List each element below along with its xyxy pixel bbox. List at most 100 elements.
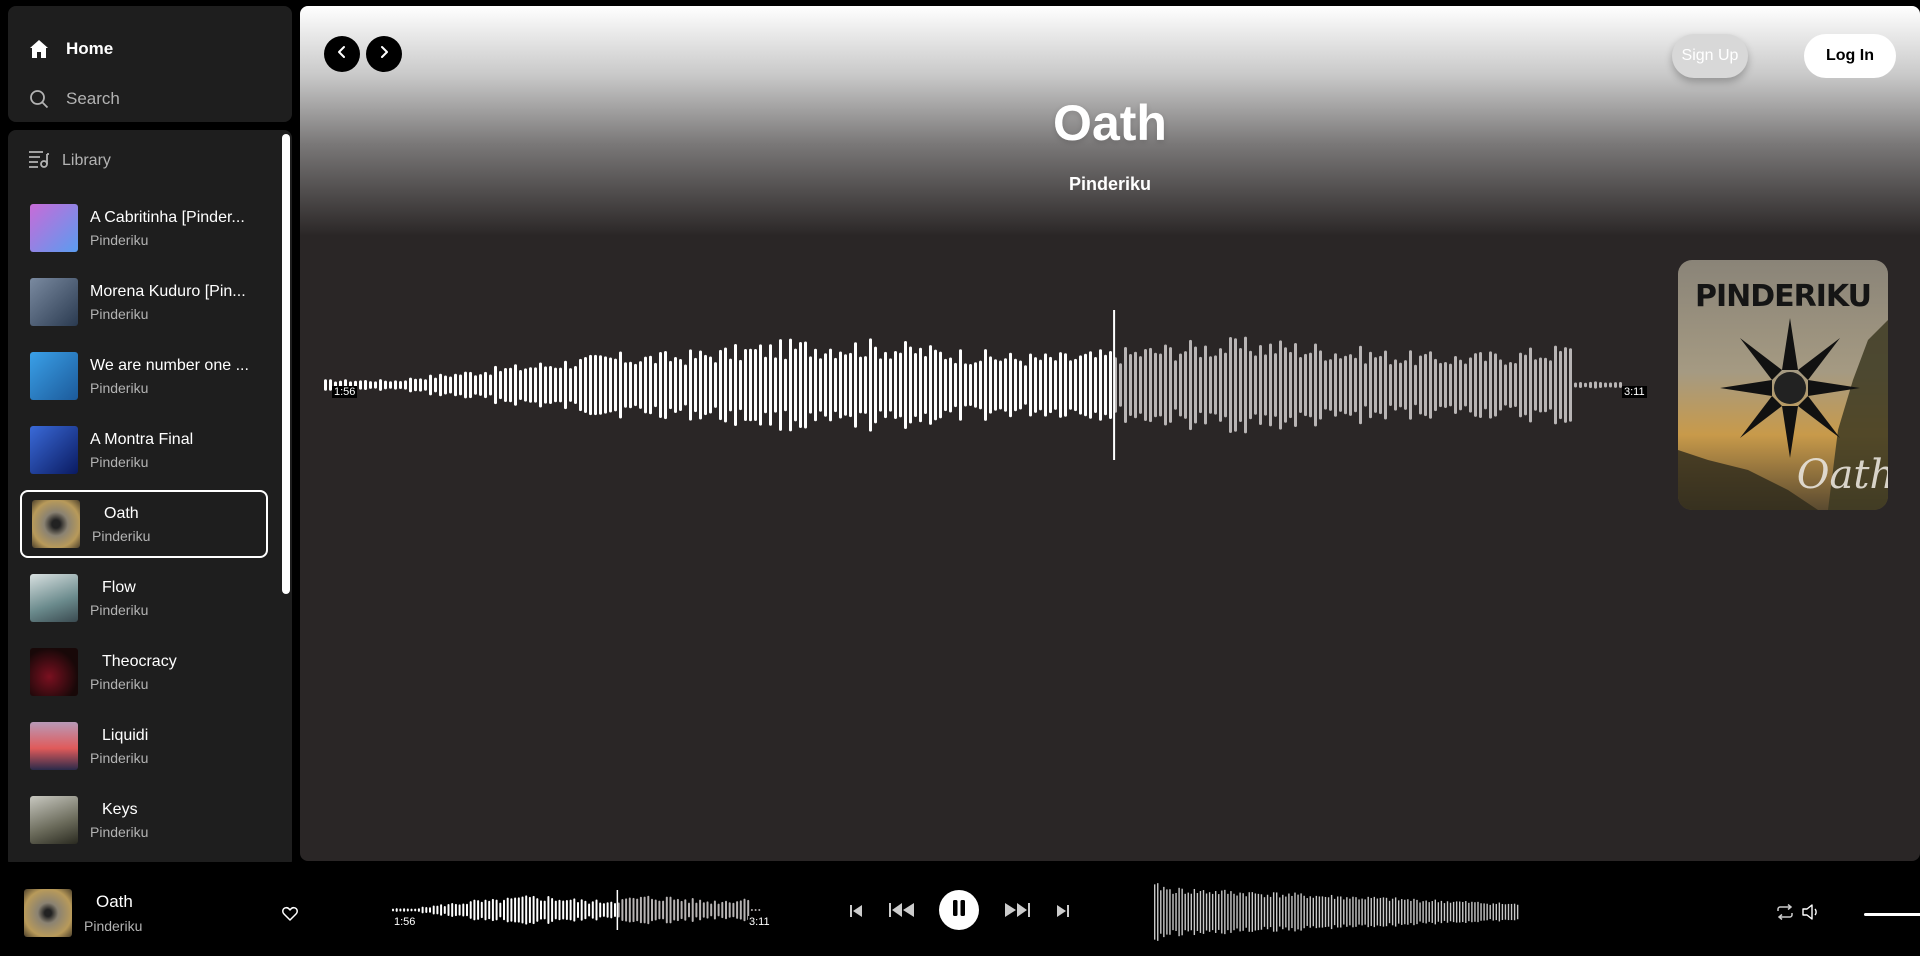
waveform-bar bbox=[1594, 381, 1597, 389]
visualizer-bar bbox=[1431, 901, 1433, 923]
waveform-bar bbox=[579, 358, 582, 412]
library-track-item[interactable]: Oath Pinderiku bbox=[20, 490, 268, 558]
waveform-bar bbox=[419, 378, 422, 392]
waveform-bar bbox=[1549, 360, 1552, 410]
track-title: Keys bbox=[102, 801, 138, 818]
waveform-bar bbox=[673, 899, 676, 921]
waveform-bar bbox=[519, 369, 522, 401]
waveform-bar bbox=[436, 905, 439, 915]
visualizer-bar bbox=[1157, 883, 1159, 941]
song-artist[interactable]: Pinderiku bbox=[300, 174, 1920, 195]
waveform-bar bbox=[1484, 360, 1487, 410]
waveform-bar bbox=[1134, 351, 1137, 419]
visualizer-bar bbox=[1480, 903, 1482, 921]
visualizer-bar bbox=[1224, 889, 1226, 935]
track-artist: Pinderiku bbox=[90, 454, 149, 470]
visualizer-bar bbox=[1309, 896, 1311, 928]
visualizer-bar bbox=[1205, 893, 1208, 931]
waveform-bar bbox=[764, 356, 767, 414]
waveform-bar bbox=[1119, 363, 1122, 407]
nav-home-label: Home bbox=[66, 39, 114, 58]
library-track-item[interactable]: A Cabritinha [Pinder... Pinderiku bbox=[20, 194, 268, 262]
waveform-bar bbox=[374, 381, 377, 389]
waveform-bar bbox=[1449, 363, 1452, 407]
library-track-item[interactable]: Morena Kuduro [Pin... Pinderiku bbox=[20, 268, 268, 336]
waveform-bar bbox=[1004, 358, 1007, 412]
volume-slider[interactable] bbox=[1864, 913, 1920, 916]
back-button[interactable] bbox=[324, 36, 360, 72]
visualizer-bar bbox=[1489, 904, 1491, 920]
waveform-bar bbox=[503, 899, 505, 921]
waveform-bar bbox=[399, 380, 402, 390]
library-track-item[interactable]: Flow Pinderiku bbox=[20, 564, 268, 632]
library-track-item[interactable]: Keys Pinderiku bbox=[20, 786, 268, 854]
like-heart-icon[interactable] bbox=[282, 906, 298, 926]
waveform-bar bbox=[604, 356, 607, 414]
waveform-bar bbox=[1064, 353, 1067, 417]
visualizer-bar bbox=[1346, 897, 1348, 927]
waveform-bar bbox=[1124, 347, 1127, 423]
library-track-item[interactable]: We are number one ... Pinderiku bbox=[20, 342, 268, 410]
waveform-bar bbox=[889, 358, 892, 412]
rewind-button[interactable] bbox=[889, 903, 915, 922]
waveform-bar bbox=[1299, 356, 1302, 414]
waveform-bar bbox=[924, 355, 927, 415]
visualizer-bar bbox=[1242, 893, 1244, 931]
player-track-artist[interactable]: Pinderiku bbox=[84, 918, 142, 934]
skip-start-button[interactable] bbox=[850, 904, 862, 922]
waveform-bar bbox=[609, 357, 612, 413]
repeat-icon[interactable] bbox=[1776, 903, 1794, 925]
waveform-bar bbox=[1309, 352, 1312, 418]
visualizer-bar bbox=[1266, 894, 1269, 930]
log-in-button[interactable]: Log In bbox=[1804, 34, 1896, 78]
forward-button[interactable] bbox=[366, 36, 402, 72]
mini-playhead[interactable] bbox=[616, 890, 619, 930]
rewind-icon bbox=[889, 903, 915, 922]
waveform-bar bbox=[1244, 336, 1247, 434]
volume-icon[interactable] bbox=[1802, 904, 1820, 925]
visualizer-bar bbox=[1340, 896, 1342, 928]
track-artist: Pinderiku bbox=[90, 602, 149, 618]
waveform-seekbar[interactable] bbox=[324, 310, 1674, 460]
player-track-title[interactable]: Oath bbox=[96, 892, 133, 912]
visualizer-bar bbox=[1501, 903, 1504, 921]
library-scrollbar[interactable] bbox=[282, 134, 290, 594]
waveform-bar bbox=[1404, 360, 1407, 410]
fast-forward-button[interactable] bbox=[1004, 903, 1030, 922]
waveform-bar bbox=[869, 338, 872, 432]
visualizer-bar bbox=[1468, 902, 1470, 922]
track-title: Flow bbox=[102, 579, 136, 596]
library-header[interactable]: Library bbox=[8, 132, 292, 190]
waveform-bar bbox=[1524, 354, 1527, 416]
library-track-item[interactable]: Liquidi Pinderiku bbox=[20, 712, 268, 780]
waveform-bar bbox=[1054, 360, 1057, 410]
waveform-bar bbox=[466, 903, 468, 917]
visualizer-bar bbox=[1516, 904, 1519, 920]
waveform-bar bbox=[439, 373, 442, 397]
waveform-bar bbox=[404, 380, 407, 390]
waveform-bar bbox=[1499, 359, 1502, 411]
waveform-bar bbox=[480, 901, 483, 919]
visualizer-bar bbox=[1373, 896, 1375, 928]
waveform-bar bbox=[669, 896, 672, 924]
waveform-bar bbox=[1094, 356, 1097, 414]
sign-up-button[interactable]: Sign Up bbox=[1672, 34, 1748, 78]
library-track-item[interactable]: A Montra Final Pinderiku bbox=[20, 416, 268, 484]
playhead[interactable] bbox=[1113, 310, 1116, 460]
nav-home[interactable]: Home bbox=[28, 24, 292, 74]
pause-button[interactable] bbox=[939, 890, 979, 930]
waveform-bar bbox=[1489, 351, 1492, 419]
waveform-bar bbox=[443, 906, 446, 914]
library-track-item[interactable]: Theocracy Pinderiku bbox=[20, 638, 268, 706]
waveform-bar bbox=[379, 379, 382, 391]
waveform-bar bbox=[1289, 351, 1292, 419]
mini-waveform-seekbar[interactable] bbox=[392, 886, 772, 934]
waveform-bar bbox=[739, 900, 742, 920]
waveform-bar bbox=[929, 345, 932, 425]
visualizer-bar bbox=[1279, 897, 1281, 927]
waveform-bar bbox=[559, 367, 562, 403]
skip-end-button[interactable] bbox=[1057, 904, 1069, 922]
waveform-bar bbox=[1024, 365, 1027, 405]
visualizer-bar bbox=[1190, 893, 1192, 931]
nav-search[interactable]: Search bbox=[28, 74, 292, 124]
